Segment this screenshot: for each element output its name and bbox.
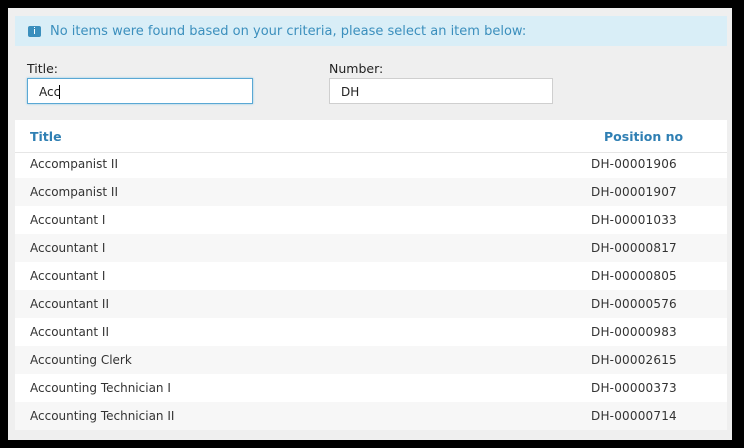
number-filter-input[interactable]: DH: [329, 78, 553, 104]
row-position-no: DH-00000983: [591, 325, 677, 339]
info-message: No items were found based on your criter…: [50, 23, 527, 39]
title-filter-value: Acc: [39, 85, 61, 99]
column-header-title[interactable]: Title: [30, 129, 62, 144]
row-title: Accounting Technician I: [30, 381, 171, 395]
table-row[interactable]: Accountant II DH-00000576: [15, 290, 727, 318]
row-title: Accounting Clerk: [30, 353, 132, 367]
table-row[interactable]: Accounting Technician I DH-00000373: [15, 374, 727, 402]
row-position-no: DH-00001033: [591, 213, 677, 227]
row-title: Accountant II: [30, 297, 110, 311]
row-position-no: DH-00000817: [591, 241, 677, 255]
row-position-no: DH-00001907: [591, 185, 677, 199]
number-filter-label: Number:: [329, 61, 384, 76]
row-position-no: DH-00000714: [591, 409, 677, 423]
row-position-no: DH-00000373: [591, 381, 677, 395]
column-header-position-no[interactable]: Position no: [604, 129, 683, 144]
table-row[interactable]: Accompanist II DH-00001906: [15, 150, 727, 178]
row-title: Accountant II: [30, 325, 110, 339]
title-filter-label: Title:: [27, 61, 58, 76]
row-title: Accompanist II: [30, 185, 118, 199]
row-title: Accountant I: [30, 241, 106, 255]
table-row[interactable]: Accountant I DH-00000805: [15, 262, 727, 290]
text-caret: [59, 85, 61, 99]
title-filter-input[interactable]: Acc: [27, 78, 253, 104]
table-row[interactable]: Accountant I DH-00001033: [15, 206, 727, 234]
table-row[interactable]: Accompanist II DH-00001907: [15, 178, 727, 206]
info-message-bar: No items were found based on your criter…: [15, 16, 727, 46]
row-position-no: DH-00001906: [591, 157, 677, 171]
table-row[interactable]: Accounting Technician II DH-00000714: [15, 402, 727, 430]
row-title: Accounting Technician II: [30, 409, 175, 423]
row-position-no: DH-00000576: [591, 297, 677, 311]
info-icon: [28, 25, 41, 37]
row-position-no: DH-00002615: [591, 353, 677, 367]
row-position-no: DH-00000805: [591, 269, 677, 283]
row-title: Accountant I: [30, 269, 106, 283]
number-filter-value: DH: [341, 85, 360, 99]
table-row[interactable]: Accountant II DH-00000983: [15, 318, 727, 346]
table-row[interactable]: Accounting Clerk DH-00002615: [15, 346, 727, 374]
row-title: Accompanist II: [30, 157, 118, 171]
row-title: Accountant I: [30, 213, 106, 227]
table-row[interactable]: Accountant I DH-00000817: [15, 234, 727, 262]
